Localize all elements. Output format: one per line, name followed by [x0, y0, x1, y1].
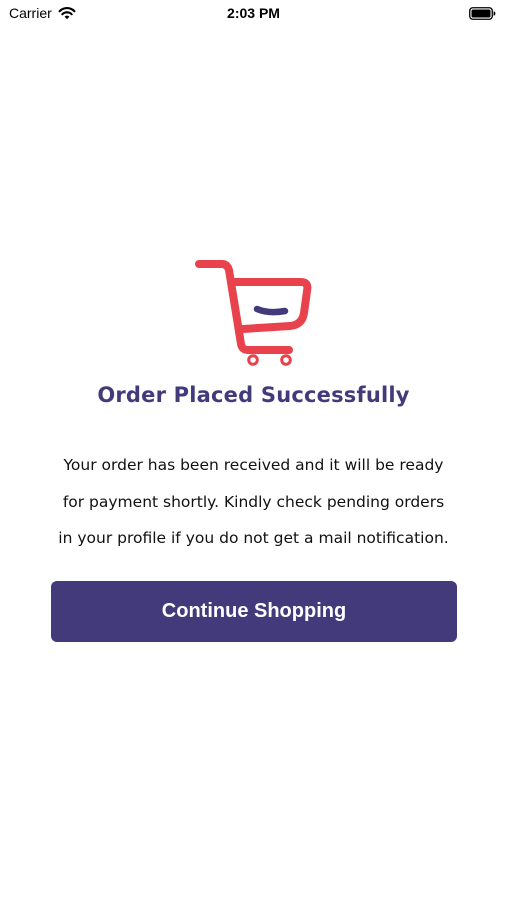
message-line: Your order has been received and it will…	[63, 456, 444, 474]
success-title: Order Placed Successfully	[97, 383, 410, 407]
cart-outline	[195, 260, 293, 354]
cart-smile	[253, 305, 289, 316]
cart-basket	[229, 278, 312, 333]
continue-shopping-button[interactable]: Continue Shopping	[51, 581, 457, 642]
cart-wheel-left	[247, 354, 259, 366]
cart-wheel-right	[280, 354, 292, 366]
status-bar: Carrier 2:03 PM	[0, 0, 507, 28]
order-message: Your order has been received and it will…	[30, 447, 477, 557]
battery-icon	[469, 7, 496, 20]
continue-shopping-label: Continue Shopping	[161, 600, 347, 622]
shopping-cart-smile-icon	[195, 260, 312, 366]
status-time: 2:03 PM	[227, 5, 280, 21]
message-line: for payment shortly. Kindly check pendin…	[62, 492, 445, 511]
message-line: in your profile if you do not get a mail…	[58, 529, 449, 547]
